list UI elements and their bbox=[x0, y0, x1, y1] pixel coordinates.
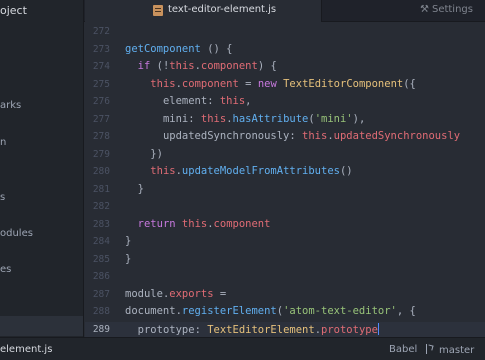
status-file-path[interactable]: element.js bbox=[0, 344, 52, 355]
code-line[interactable]: } bbox=[125, 235, 131, 247]
code-area[interactable]: getComponent () { if (!this.component) {… bbox=[125, 22, 485, 337]
tab-text-editor-element[interactable]: text-editor-element.js bbox=[85, 0, 322, 22]
tree-item[interactable]: s bbox=[0, 192, 5, 203]
line-number: 279 bbox=[92, 148, 110, 160]
status-grammar[interactable]: Babel bbox=[389, 344, 417, 355]
line-number: 281 bbox=[92, 183, 110, 195]
code-line[interactable]: module.exports = bbox=[125, 288, 226, 300]
line-number: 280 bbox=[92, 166, 110, 177]
code-line[interactable]: element: this, bbox=[125, 95, 252, 107]
line-number: 278 bbox=[92, 131, 110, 142]
line-number-current: 289 bbox=[92, 323, 110, 335]
tree-view-sidebar[interactable]: oject arks n s odules es bbox=[0, 0, 84, 337]
status-bar: element.js Babel master bbox=[0, 337, 485, 360]
wrench-icon: ⚒ bbox=[420, 4, 429, 15]
line-number: 286 bbox=[92, 271, 110, 282]
code-line[interactable]: updatedSynchronously: this.updatedSynchr… bbox=[125, 130, 460, 142]
code-line[interactable]: getComponent () { bbox=[125, 43, 233, 55]
line-number: 288 bbox=[92, 306, 110, 317]
tree-item[interactable]: arks bbox=[0, 100, 21, 111]
branch-name: master bbox=[439, 345, 475, 356]
line-number: 284 bbox=[92, 236, 110, 247]
tree-item[interactable]: es bbox=[0, 264, 11, 275]
line-number: 282 bbox=[92, 201, 110, 212]
status-git-branch[interactable]: master bbox=[426, 344, 474, 356]
code-line[interactable]: if (!this.component) { bbox=[125, 60, 277, 72]
line-number: 274 bbox=[92, 61, 110, 72]
code-line[interactable]: } bbox=[125, 253, 131, 265]
code-line[interactable]: document.registerElement('atom-text-edit… bbox=[125, 305, 416, 317]
js-file-icon bbox=[153, 5, 163, 16]
code-line[interactable]: prototype: TextEditorElement.prototype bbox=[125, 322, 380, 336]
text-editor[interactable]: 272 273 274 275 276 277 278 279 280 281 … bbox=[85, 22, 485, 337]
code-line[interactable]: } bbox=[125, 183, 144, 195]
tree-selection-highlight bbox=[0, 316, 83, 336]
line-number: 283 bbox=[92, 218, 110, 230]
project-title[interactable]: oject bbox=[0, 4, 27, 17]
line-number: 277 bbox=[92, 113, 110, 125]
code-line[interactable]: this.component = new TextEditorComponent… bbox=[125, 78, 416, 90]
code-line[interactable]: return this.component bbox=[125, 218, 271, 230]
line-number: 272 bbox=[92, 26, 110, 37]
line-number: 276 bbox=[92, 96, 110, 107]
line-number: 287 bbox=[92, 288, 110, 300]
line-number: 285 bbox=[92, 253, 110, 265]
line-number: 275 bbox=[92, 78, 110, 90]
tree-item[interactable]: n bbox=[0, 137, 6, 148]
text-cursor bbox=[377, 322, 380, 335]
code-line[interactable]: this.updateModelFromAttributes() bbox=[125, 165, 352, 177]
tab-label: text-editor-element.js bbox=[168, 4, 277, 15]
tab-settings-label: Settings bbox=[431, 4, 473, 15]
git-branch-icon bbox=[426, 344, 433, 354]
line-number-gutter[interactable]: 272 273 274 275 276 277 278 279 280 281 … bbox=[85, 22, 119, 337]
line-number: 273 bbox=[92, 43, 110, 55]
code-line[interactable]: }) bbox=[125, 148, 163, 160]
tab-settings[interactable]: ⚒ Settings bbox=[420, 4, 473, 15]
tree-item[interactable]: odules bbox=[0, 228, 33, 239]
code-line[interactable]: mini: this.hasAttribute('mini'), bbox=[125, 113, 365, 125]
